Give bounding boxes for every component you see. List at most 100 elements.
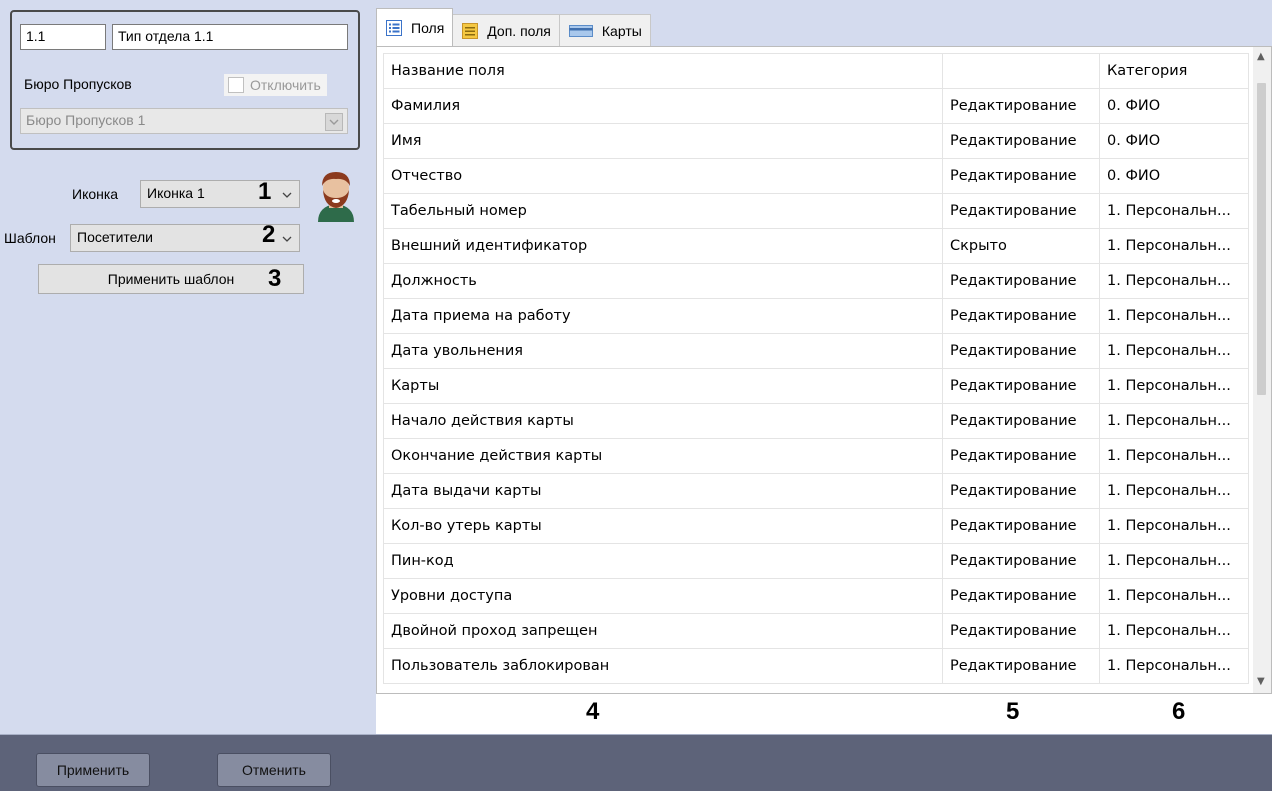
mode-cell[interactable]: Редактирование <box>942 403 1100 439</box>
scroll-down-icon[interactable]: ▼ <box>1257 676 1265 687</box>
table-row[interactable]: Внешний идентификатор Скрыто 1. Персональн… <box>383 228 1249 264</box>
list-icon <box>385 19 403 37</box>
mode-cell[interactable]: Редактирование <box>942 298 1100 334</box>
category-cell[interactable]: 0. ФИО <box>1099 88 1249 124</box>
category-cell[interactable]: 0. ФИО <box>1099 123 1249 159</box>
table-header-row: Название поля Категория <box>383 53 1249 89</box>
mode-cell[interactable]: Редактирование <box>942 438 1100 474</box>
mode-cell[interactable]: Редактирование <box>942 648 1100 684</box>
disable-checkbox[interactable]: Отключить <box>224 74 327 96</box>
annotation-3: 3 <box>268 265 282 292</box>
tab-cards[interactable]: Карты <box>558 14 651 46</box>
category-cell[interactable]: 1. Персональн... <box>1099 228 1249 264</box>
template-label: Шаблон <box>4 230 56 246</box>
field-name-cell[interactable]: Уровни доступа <box>383 578 943 614</box>
table-row[interactable]: Табельный номер Редактирование 1. Персонал… <box>383 193 1249 229</box>
mode-cell[interactable]: Редактирование <box>942 263 1100 299</box>
table-row[interactable]: Карты Редактирование 1. Персональн... <box>383 368 1249 404</box>
field-name-cell[interactable]: Внешний идентификатор <box>383 228 943 264</box>
column-header-field-name[interactable]: Название поля <box>383 53 943 89</box>
category-cell[interactable]: 1. Персональн... <box>1099 263 1249 299</box>
table-row[interactable]: Кол-во утерь карты Редактирование 1. Персо… <box>383 508 1249 544</box>
department-type-group: 1.1 Тип отдела 1.1 Бюро Пропусков Отключ… <box>10 10 360 150</box>
category-cell[interactable]: 1. Персональн... <box>1099 508 1249 544</box>
category-cell[interactable]: 1. Персональн... <box>1099 333 1249 369</box>
category-cell[interactable]: 1. Персональн... <box>1099 193 1249 229</box>
field-name-cell[interactable]: Двойной проход запрещен <box>383 613 943 649</box>
mode-cell[interactable]: Редактирование <box>942 508 1100 544</box>
bureau-select-value: Бюро Пропусков 1 <box>26 112 146 128</box>
table-row[interactable]: Имя Редактирование 0. ФИО <box>383 123 1249 159</box>
cancel-button[interactable]: Отменить <box>217 753 331 787</box>
scroll-up-icon[interactable]: ▲ <box>1257 51 1265 62</box>
mode-cell[interactable]: Редактирование <box>942 613 1100 649</box>
category-cell[interactable]: 1. Персональн... <box>1099 298 1249 334</box>
category-cell[interactable]: 1. Персональн... <box>1099 368 1249 404</box>
table-row[interactable]: Окончание действия карты Редактирование 1.… <box>383 438 1249 474</box>
field-name-cell[interactable]: Имя <box>383 123 943 159</box>
table-row[interactable]: Дата увольнения Редактирование 1. Персонал… <box>383 333 1249 369</box>
category-cell[interactable]: 1. Персональн... <box>1099 648 1249 684</box>
apply-template-label: Применить шаблон <box>107 271 235 287</box>
field-name-cell[interactable]: Начало действия карты <box>383 403 943 439</box>
category-cell[interactable]: 1. Персональн... <box>1099 438 1249 474</box>
id-field[interactable]: 1.1 <box>20 24 106 50</box>
field-name-cell[interactable]: Отчество <box>383 158 943 194</box>
field-name-cell[interactable]: Кол-во утерь карты <box>383 508 943 544</box>
table-row[interactable]: Должность Редактирование 1. Персональн... <box>383 263 1249 299</box>
mode-cell[interactable]: Редактирование <box>942 578 1100 614</box>
mode-cell[interactable]: Редактирование <box>942 123 1100 159</box>
mode-cell[interactable]: Редактирование <box>942 543 1100 579</box>
name-field[interactable]: Тип отдела 1.1 <box>112 24 348 50</box>
field-name-cell[interactable]: Дата увольнения <box>383 333 943 369</box>
table-row[interactable]: Отчество Редактирование 0. ФИО <box>383 158 1249 194</box>
mode-cell[interactable]: Редактирование <box>942 88 1100 124</box>
tab-fields[interactable]: Поля <box>376 8 454 46</box>
mode-cell[interactable]: Редактирование <box>942 473 1100 509</box>
table-row[interactable]: Пользователь заблокирован Редактирование 1… <box>383 648 1249 684</box>
mode-cell[interactable]: Редактирование <box>942 158 1100 194</box>
tab-extra-fields[interactable]: Доп. поля <box>452 14 560 46</box>
table-row[interactable]: Двойной проход запрещен Редактирование 1. … <box>383 613 1249 649</box>
table-row[interactable]: Пин-код Редактирование 1. Персональн... <box>383 543 1249 579</box>
column-header-category[interactable]: Категория <box>1099 53 1249 89</box>
tab-label: Поля <box>411 19 445 36</box>
bottom-bar: Применить Отменить <box>0 735 1272 791</box>
field-name-cell[interactable]: Табельный номер <box>383 193 943 229</box>
field-name-cell[interactable]: Фамилия <box>383 88 943 124</box>
field-name-cell[interactable]: Пин-код <box>383 543 943 579</box>
field-name-cell[interactable]: Пользователь заблокирован <box>383 648 943 684</box>
annotation-2: 2 <box>262 221 276 248</box>
mode-cell[interactable]: Редактирование <box>942 368 1100 404</box>
table-row[interactable]: Дата выдачи карты Редактирование 1. Персон… <box>383 473 1249 509</box>
mode-cell[interactable]: Редактирование <box>942 333 1100 369</box>
mode-cell[interactable]: Редактирование <box>942 193 1100 229</box>
chevron-down-icon <box>325 113 343 131</box>
apply-template-button[interactable]: Применить шаблон <box>38 264 304 294</box>
template-select-value: Посетители <box>77 229 153 245</box>
icon-select[interactable]: Иконка 1 <box>140 180 300 208</box>
table-row[interactable]: Уровни доступа Редактирование 1. Персональ… <box>383 578 1249 614</box>
category-cell[interactable]: 1. Персональн... <box>1099 613 1249 649</box>
column-header-mode[interactable] <box>942 53 1100 89</box>
field-name-cell[interactable]: Должность <box>383 263 943 299</box>
category-cell[interactable]: 0. ФИО <box>1099 158 1249 194</box>
table-row[interactable]: Фамилия Редактирование 0. ФИО <box>383 88 1249 124</box>
field-name-cell[interactable]: Дата приема на работу <box>383 298 943 334</box>
vertical-scrollbar[interactable]: ▲ ▼ <box>1253 47 1271 693</box>
checkbox-box[interactable] <box>228 77 244 93</box>
mode-cell[interactable]: Скрыто <box>942 228 1100 264</box>
table-row[interactable]: Дата приема на работу Редактирование 1. Пе… <box>383 298 1249 334</box>
category-cell[interactable]: 1. Персональн... <box>1099 543 1249 579</box>
card-icon <box>568 22 594 40</box>
table-row[interactable]: Начало действия карты Редактирование 1. Пе… <box>383 403 1249 439</box>
category-cell[interactable]: 1. Персональн... <box>1099 473 1249 509</box>
cancel-button-label: Отменить <box>242 762 306 778</box>
field-name-cell[interactable]: Дата выдачи карты <box>383 473 943 509</box>
category-cell[interactable]: 1. Персональн... <box>1099 403 1249 439</box>
scrollbar-thumb[interactable] <box>1257 83 1266 395</box>
category-cell[interactable]: 1. Персональн... <box>1099 578 1249 614</box>
apply-button[interactable]: Применить <box>36 753 150 787</box>
field-name-cell[interactable]: Карты <box>383 368 943 404</box>
field-name-cell[interactable]: Окончание действия карты <box>383 438 943 474</box>
